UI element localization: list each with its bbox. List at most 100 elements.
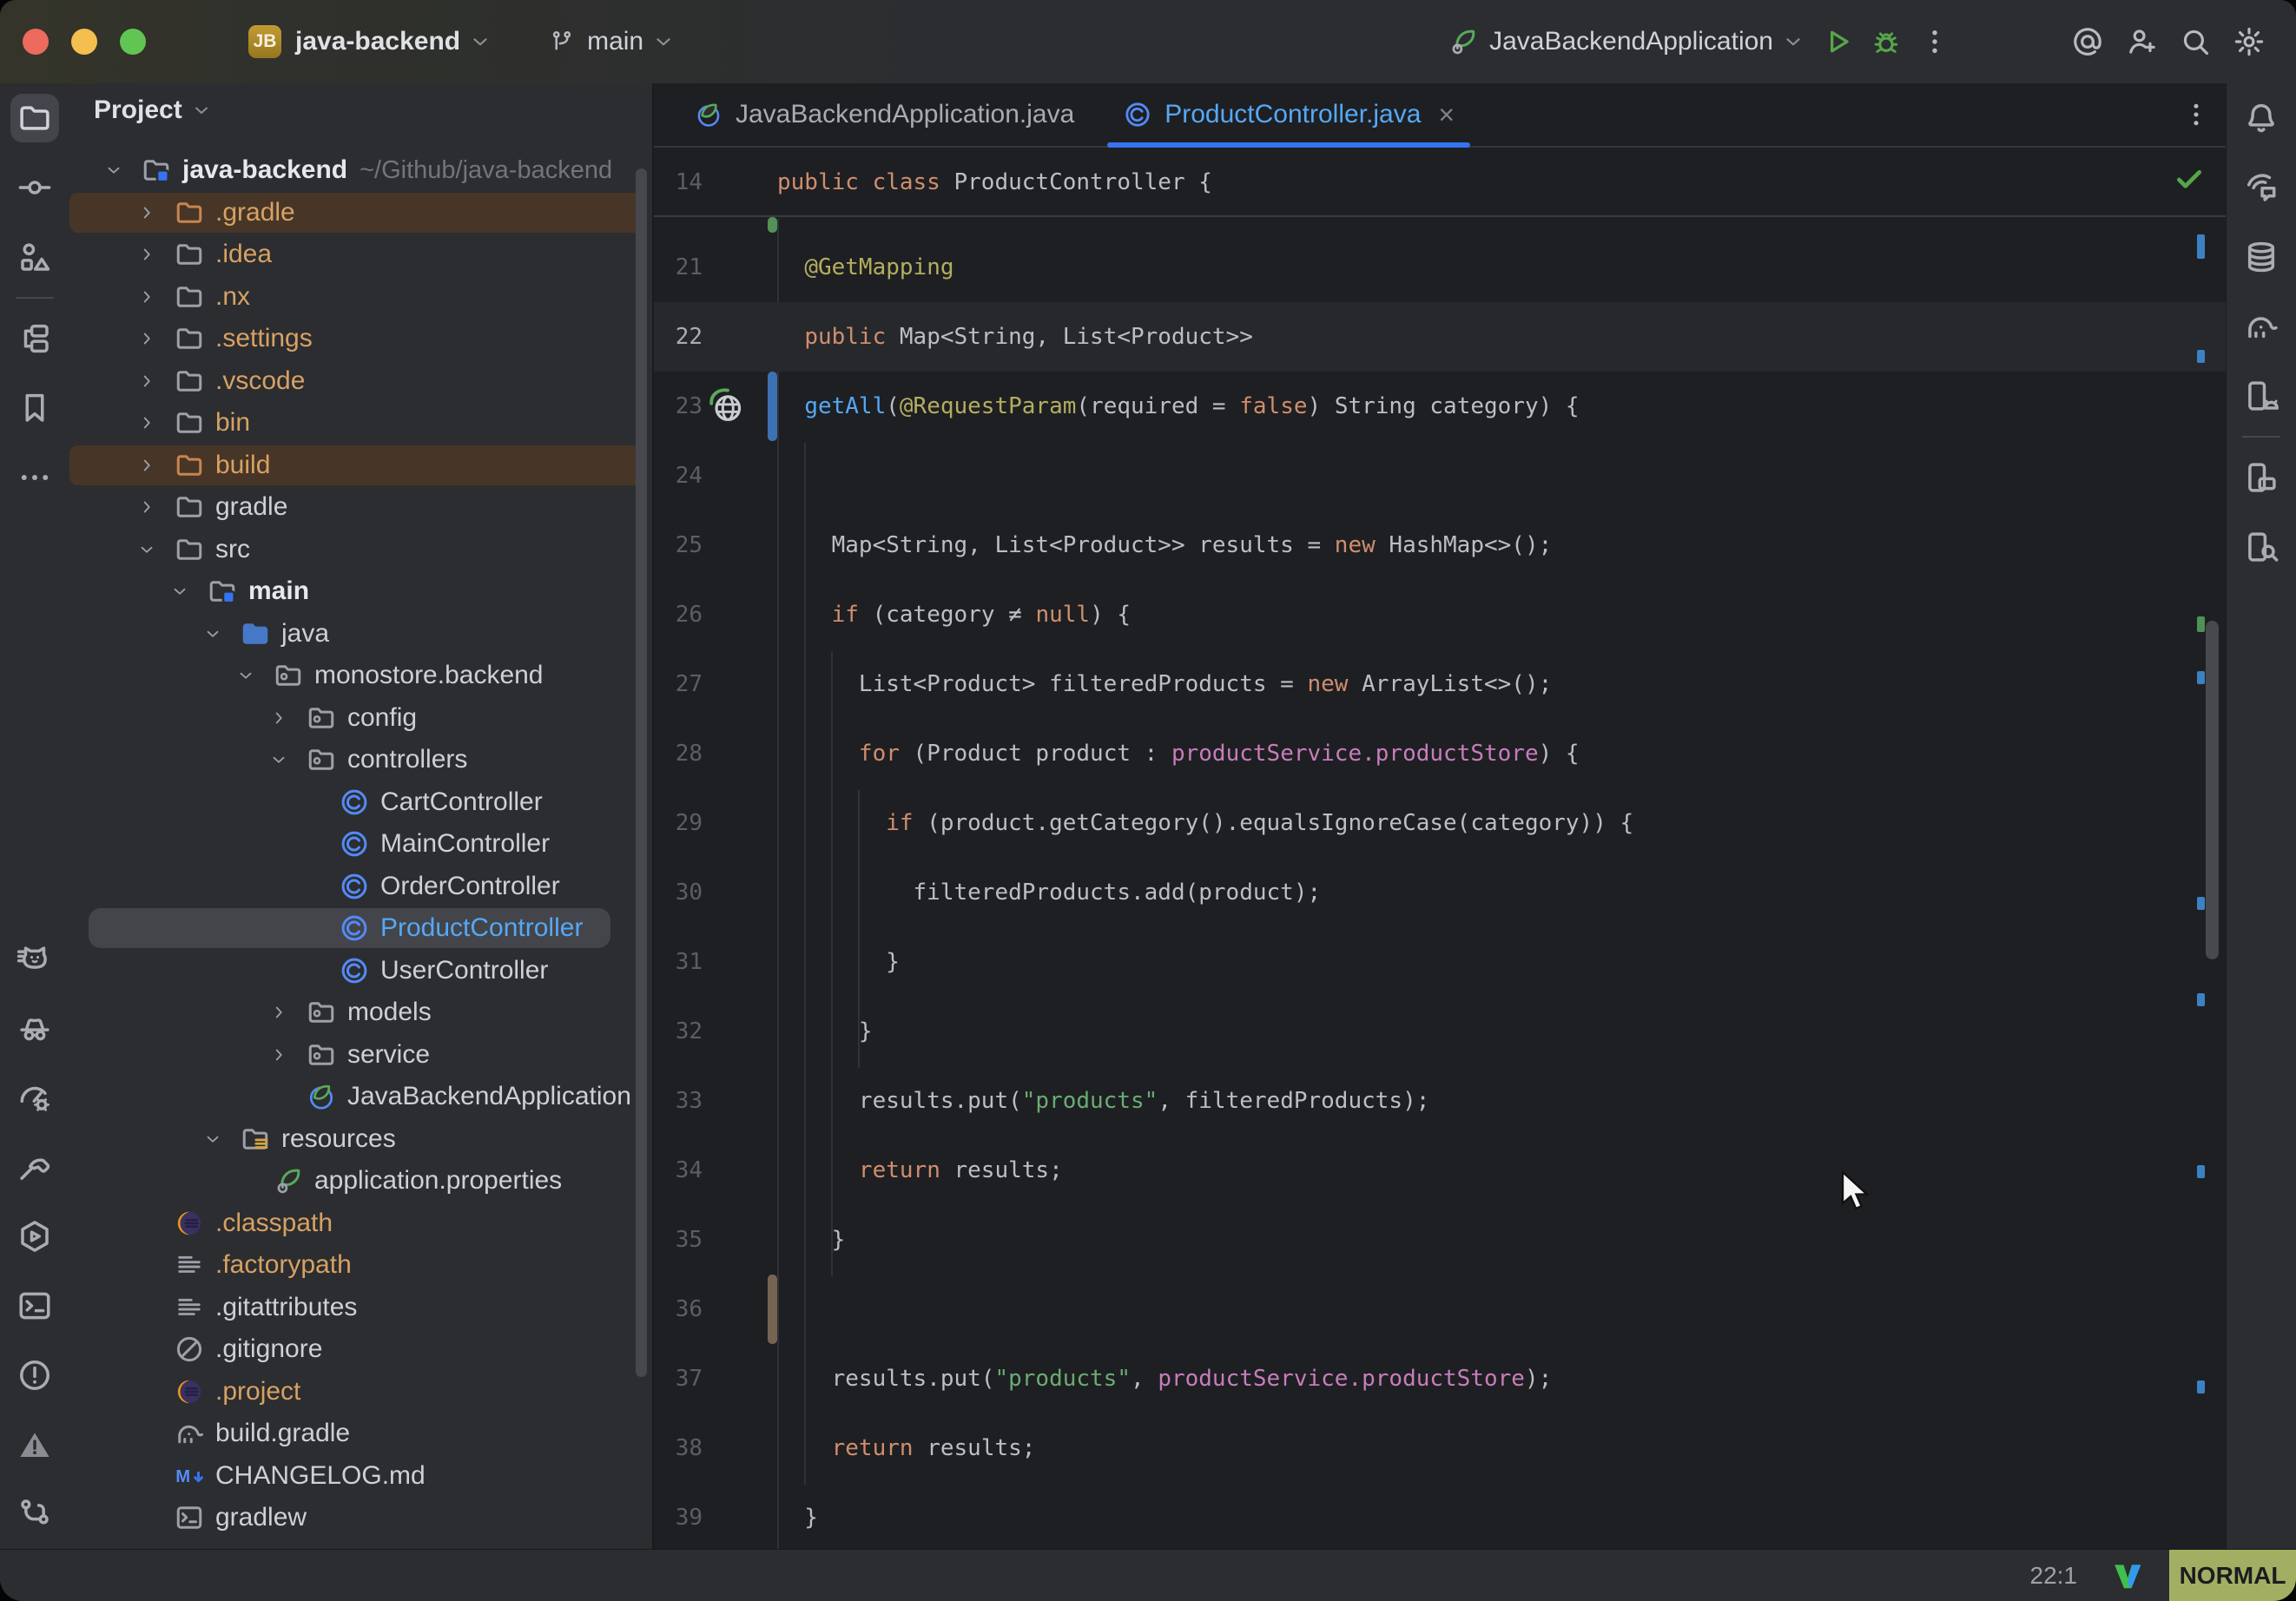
device-explorer-icon[interactable]	[2227, 512, 2296, 582]
inspections-ok-icon[interactable]	[2172, 161, 2207, 201]
tree-item-main[interactable]: main	[69, 570, 652, 612]
error-stripe-mark[interactable]	[2197, 616, 2205, 632]
tree-item-maincontroller[interactable]: MainController	[69, 823, 652, 865]
hierarchy-icon[interactable]	[0, 304, 69, 373]
vim-mode-badge[interactable]: NORMAL	[2169, 1550, 2296, 1601]
tree-item-resources[interactable]: resources	[69, 1118, 652, 1160]
tree-item-build-gradle[interactable]: build.gradle	[69, 1413, 652, 1454]
code-line-38[interactable]: 38 return results;	[654, 1413, 2226, 1483]
debug-button[interactable]	[1862, 17, 1910, 66]
more-icon[interactable]	[0, 443, 69, 512]
more-actions-button[interactable]	[1910, 17, 1959, 66]
code-line-29[interactable]: 29 if (product.getCategory().equalsIgnor…	[654, 788, 2226, 858]
chevron-right-icon[interactable]	[137, 497, 156, 521]
structure-icon[interactable]	[0, 222, 69, 292]
run-button[interactable]	[1813, 17, 1862, 66]
problems-icon[interactable]	[0, 1341, 69, 1410]
run-configuration[interactable]: JavaBackendApplication	[1489, 27, 1773, 56]
tree-item-gradle[interactable]: gradle	[69, 486, 652, 528]
ai-assistant-button[interactable]	[2063, 17, 2112, 66]
tree-item-build[interactable]: build	[69, 445, 652, 486]
vcs-change-marker-modified[interactable]	[768, 372, 777, 441]
tree-item-models[interactable]: models	[69, 992, 652, 1033]
chevron-right-icon[interactable]	[137, 203, 156, 227]
tree-item--gradle[interactable]: .gradle	[69, 192, 652, 234]
tree-item-config[interactable]: config	[69, 697, 652, 739]
error-stripe-mark[interactable]	[2197, 234, 2205, 259]
code-line-37[interactable]: 37 results.put("products", productServic…	[654, 1344, 2226, 1413]
ai-assistant-icon[interactable]	[2227, 153, 2296, 222]
chevron-right-icon[interactable]	[269, 1045, 288, 1069]
code-line-27[interactable]: 27 List<Product> filteredProducts = new …	[654, 649, 2226, 719]
tab-productcontroller-java[interactable]: ProductController.java×	[1099, 83, 1479, 146]
tree-item-changelog-md[interactable]: MCHANGELOG.md	[69, 1455, 652, 1497]
close-button[interactable]	[23, 29, 49, 55]
chevron-right-icon[interactable]	[137, 287, 156, 311]
editor-scrollbar[interactable]	[2206, 621, 2219, 959]
profiler-icon[interactable]	[0, 1063, 69, 1132]
services-icon[interactable]	[0, 1202, 69, 1271]
chevron-right-icon[interactable]	[137, 456, 156, 479]
tree-item-gradlew-bat[interactable]: gradlew.bat	[69, 1539, 652, 1550]
tree-item--nx[interactable]: .nx	[69, 276, 652, 318]
vcs-change-marker-whitespace-modified[interactable]	[768, 1275, 777, 1344]
build-hammer-icon[interactable]	[0, 1132, 69, 1202]
tree-item-usercontroller[interactable]: UserController	[69, 950, 652, 992]
chevron-down-icon[interactable]	[170, 582, 189, 605]
code-line-39[interactable]: 39 }	[654, 1483, 2226, 1549]
notifications-warning-icon[interactable]	[0, 1410, 69, 1479]
incognito-icon[interactable]	[0, 993, 69, 1063]
tree-item--project[interactable]: .project	[69, 1371, 652, 1413]
error-stripe-mark[interactable]	[2197, 897, 2205, 910]
code-line-26[interactable]: 26 if (category ≠ null) {	[654, 580, 2226, 649]
code-line-33[interactable]: 33 results.put("products", filteredProdu…	[654, 1066, 2226, 1136]
code-line-35[interactable]: 35 }	[654, 1205, 2226, 1275]
tree-item-src[interactable]: src	[69, 529, 652, 570]
code-line-31[interactable]: 31 }	[654, 927, 2226, 997]
error-stripe-mark[interactable]	[2197, 1165, 2205, 1178]
code-line-25[interactable]: 25 Map<String, List<Product>> results = …	[654, 511, 2226, 580]
code-line-21[interactable]: 21 @GetMapping	[654, 233, 2226, 302]
tree-item--gitignore[interactable]: .gitignore	[69, 1328, 652, 1370]
commit-icon[interactable]	[0, 153, 69, 222]
spring-endpoint-icon[interactable]	[706, 385, 746, 430]
chevron-right-icon[interactable]	[137, 413, 156, 437]
version-control-icon[interactable]	[0, 1479, 69, 1549]
tab-options-button[interactable]	[2181, 83, 2226, 146]
code-line-28[interactable]: 28 for (Product product : productService…	[654, 719, 2226, 788]
chevron-right-icon[interactable]	[137, 372, 156, 395]
terminal-icon[interactable]	[0, 1271, 69, 1341]
error-stripe-mark[interactable]	[2197, 671, 2205, 684]
code-line-36[interactable]: 36	[654, 1275, 2226, 1344]
notifications-bell-icon[interactable]	[2227, 83, 2296, 153]
tree-item-gradlew[interactable]: gradlew	[69, 1497, 652, 1538]
chevron-down-icon[interactable]	[203, 624, 222, 648]
chevron-down-icon[interactable]	[269, 750, 288, 774]
chevron-right-icon[interactable]	[137, 329, 156, 352]
code-line-22[interactable]: 22 public Map<String, List<Product>>	[654, 302, 2226, 372]
ideavim-icon[interactable]	[2112, 1559, 2145, 1592]
editor[interactable]: 21 @GetMapping22 public Map<String, List…	[654, 148, 2226, 1549]
tree-item--vscode[interactable]: .vscode	[69, 360, 652, 402]
tree-item-service[interactable]: service	[69, 1034, 652, 1076]
tree-item-java[interactable]: java	[69, 613, 652, 655]
code-line-24[interactable]: 24	[654, 441, 2226, 511]
device-mirror-icon[interactable]	[2227, 443, 2296, 512]
tree-scrollbar[interactable]	[636, 168, 647, 1377]
tree-item--idea[interactable]: .idea	[69, 234, 652, 275]
chevron-right-icon[interactable]	[137, 245, 156, 268]
code-line-32[interactable]: 32 }	[654, 997, 2226, 1066]
tree-item-javabackendapplication[interactable]: JavaBackendApplication	[69, 1076, 652, 1117]
tree-item-ordercontroller[interactable]: OrderController	[69, 866, 652, 907]
chevron-down-icon[interactable]	[137, 540, 156, 563]
branch-widget[interactable]: main	[540, 27, 675, 56]
tree-item-cartcontroller[interactable]: CartController	[69, 781, 652, 823]
code-line-23[interactable]: 23 getAll(@RequestParam(required = false…	[654, 372, 2226, 441]
tree-item-controllers[interactable]: controllers	[69, 739, 652, 781]
gradle-icon[interactable]	[2227, 292, 2296, 361]
bookmarks-icon[interactable]	[0, 373, 69, 443]
fullscreen-button[interactable]	[120, 29, 146, 55]
search-everywhere-button[interactable]	[2171, 17, 2220, 66]
tree-item-productcontroller[interactable]: ProductController	[69, 907, 652, 949]
chevron-right-icon[interactable]	[269, 708, 288, 732]
